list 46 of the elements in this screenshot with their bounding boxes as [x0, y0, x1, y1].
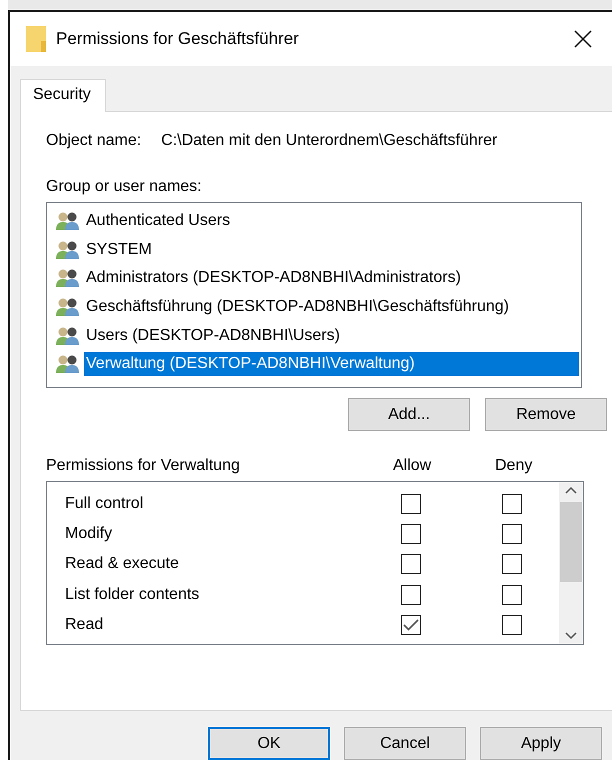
folder-icon [26, 26, 46, 52]
users-icon [55, 268, 82, 288]
checkbox[interactable] [502, 494, 522, 514]
users-icon [55, 297, 82, 318]
users-icon [55, 326, 82, 346]
checkbox[interactable] [401, 554, 421, 574]
checkbox[interactable] [502, 554, 522, 574]
allow-header: Allow [393, 457, 432, 475]
checkbox[interactable] [502, 524, 522, 544]
user-item[interactable]: Geschäftsführung (DESKTOP-AD8NBHI\Geschäftsführung) [84, 295, 513, 320]
checkbox[interactable] [401, 494, 421, 514]
checkbox[interactable] [401, 614, 421, 635]
users-icon [55, 211, 82, 232]
object-name-label: Object name: [46, 132, 142, 150]
users-icon [55, 354, 82, 374]
user-item[interactable]: SYSTEM [84, 238, 156, 262]
window-title: Permissions for Geschäftsführer [56, 29, 300, 49]
user-item[interactable]: Verwaltung (DESKTOP-AD8NBHI\Verwaltung) [84, 352, 579, 376]
dialog-button[interactable]: OK [208, 727, 330, 760]
close-button[interactable] [572, 28, 594, 50]
dialog-button[interactable]: Apply [480, 727, 602, 760]
group-label: Group or user names: [46, 178, 203, 196]
permission-name: Read & execute [65, 555, 180, 574]
scrollbar[interactable] [559, 482, 583, 644]
scroll-thumb[interactable] [560, 502, 582, 582]
permission-name: Modify [65, 525, 114, 544]
user-item[interactable]: Administrators (DESKTOP-AD8NBHI\Administrators) [84, 266, 465, 290]
user-item[interactable]: Authenticated Users [84, 209, 234, 234]
dialog-button[interactable]: Cancel [344, 727, 466, 760]
permissions-label: Permissions for Verwaltung [46, 457, 241, 475]
users-icon [55, 240, 82, 260]
permission-name: List folder contents [65, 586, 200, 604]
tab[interactable]: Security [20, 79, 106, 112]
deny-header: Deny [495, 457, 534, 475]
user-button[interactable]: Remove [485, 398, 607, 431]
scroll-up-icon[interactable] [565, 486, 577, 494]
permission-name: Full control [65, 495, 144, 514]
user-button[interactable]: Add... [348, 398, 470, 431]
user-item[interactable]: Users (DESKTOP-AD8NBHI\Users) [84, 324, 344, 348]
checkbox[interactable] [401, 524, 421, 544]
permission-name: Read [65, 616, 104, 634]
object-name-value: C:\Daten mit den Unterordnem\Geschäftsführer [161, 132, 498, 150]
checkbox[interactable] [401, 584, 421, 605]
checkbox[interactable] [502, 584, 522, 605]
checkbox[interactable] [502, 614, 522, 635]
scroll-down-icon[interactable] [565, 632, 577, 640]
